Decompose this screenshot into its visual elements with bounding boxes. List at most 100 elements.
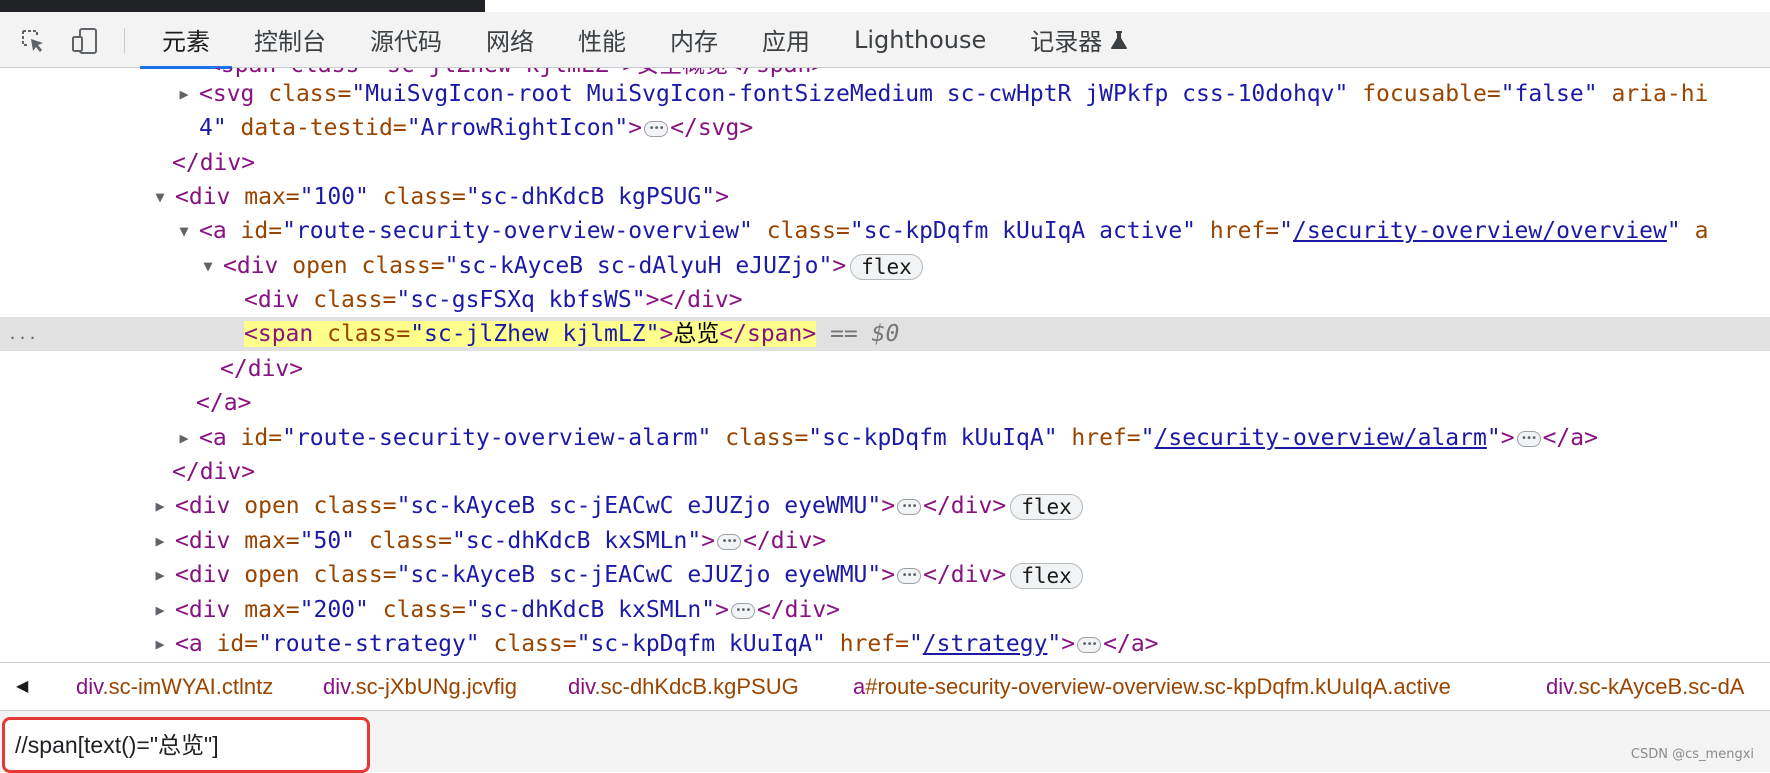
dom-node-a-overview[interactable]: ▼ <a id="route-security-overview-overvie… [0,214,1770,248]
dom-node-div-flex[interactable]: ▶ <div open class="sc-kAyceB sc-jEACwC e… [0,489,1770,523]
tab-application[interactable]: 应用 [740,12,832,67]
dom-node-div-flex[interactable]: ▶ <div open class="sc-kAyceB sc-jEACwC e… [0,558,1770,592]
attr-quote: " [1140,425,1155,451]
expand-arrow-icon[interactable]: ▶ [152,627,168,661]
flex-badge[interactable]: flex [1010,493,1083,520]
attr-name: a [1680,218,1709,244]
dom-node-svg[interactable]: ▶ <svg class="MuiSvgIcon-root MuiSvgIcon… [0,77,1770,111]
attr-quote: " [1279,218,1293,244]
attr-value: 4" [199,115,227,141]
attr-value: "route-strategy" [258,631,480,657]
breadcrumb-item[interactable]: div.sc-kAyceB.sc-dA [1546,674,1744,700]
collapsed-ellipsis-icon[interactable]: ••• [1077,636,1102,653]
bc-class: .sc-imWYAI.ctlntz [102,674,274,699]
attr-name: class= [368,184,466,210]
dom-node-div[interactable]: ▼ <div max="100" class="sc-dhKdcB kgPSUG… [0,180,1770,214]
tab-sources[interactable]: 源代码 [348,12,464,67]
panel-tabs: 元素 控制台 源代码 网络 性能 内存 应用 Lighthouse 记录器 [140,12,1150,69]
expand-arrow-icon[interactable]: ▶ [176,77,192,111]
tag-open: <div [175,562,245,588]
breadcrumb-item[interactable]: div.sc-imWYAI.ctlntz [76,674,273,700]
collapsed-ellipsis-icon[interactable]: ••• [717,533,742,550]
dom-node-div-max200[interactable]: ▶ <div max="200" class="sc-dhKdcB kxSMLn… [0,593,1770,627]
flex-badge[interactable]: flex [1010,562,1083,589]
more-options-icon[interactable]: ... [8,317,38,351]
collapse-arrow-icon[interactable]: ▼ [176,214,192,248]
tab-label: Lighthouse [854,25,987,54]
dom-node-div-max50[interactable]: ▶ <div max="50" class="sc-dhKdcB kxSMLn"… [0,524,1770,558]
inspect-element-icon[interactable] [18,26,48,56]
attr-name: open class= [244,562,397,588]
tab-recorder[interactable]: 记录器 [1008,12,1150,67]
attr-value: "sc-kAyceB sc-dAlyuH eJUZjo" [444,253,833,279]
breadcrumb-item[interactable]: div.sc-jXbUNg.jcvfig [323,674,517,700]
flask-icon [1110,30,1128,50]
dom-node-a-alarm[interactable]: ▶ <a id="route-security-overview-alarm" … [0,421,1770,455]
tab-label: 内存 [670,28,718,56]
collapse-arrow-icon[interactable]: ▼ [152,180,168,214]
collapsed-ellipsis-icon[interactable]: ••• [897,567,922,584]
tab-console[interactable]: 控制台 [232,12,348,67]
tab-lighthouse[interactable]: Lighthouse [832,12,1008,67]
tab-memory[interactable]: 内存 [648,12,740,67]
tag-open: <div [175,597,245,623]
collapsed-ellipsis-icon[interactable]: ••• [897,498,922,515]
breadcrumb-item[interactable]: a#route-security-overview-overview.sc-kp… [853,674,1451,700]
dom-tree: <span class="sc-jlZhew kjlmLZ">安全概览</spa… [0,68,1770,662]
expand-arrow-icon[interactable]: ▶ [176,421,192,455]
dom-node-close[interactable]: </div> [0,352,1770,386]
collapsed-ellipsis-icon[interactable]: ••• [644,120,669,137]
dom-node-div-open[interactable]: ▼ <div open class="sc-kAyceB sc-dAlyuH e… [0,249,1770,283]
tag-close: </svg> [670,115,754,141]
attr-name: max= [244,597,300,623]
tab-performance[interactable]: 性能 [556,12,648,67]
tab-label: 控制台 [254,28,326,56]
tag-open: <div [223,253,293,279]
dom-node-a-strategy[interactable]: ▶ <a id="route-strategy" class="sc-kpDqf… [0,627,1770,661]
dom-node-close[interactable]: </div> [0,455,1770,489]
selected-marker: == [816,321,872,347]
collapsed-ellipsis-icon[interactable]: ••• [730,602,755,619]
expand-arrow-icon[interactable]: ▶ [152,524,168,558]
tab-label: 元素 [162,28,210,56]
dom-node-span-selected[interactable]: ... <span class="sc-jlZhew kjlmLZ">总览</s… [0,317,1770,351]
attr-value: "sc-dhKdcB kxSMLn" [465,597,716,623]
bc-tag: div [568,674,595,699]
tag-bracket: > [659,321,674,347]
href-link[interactable]: /security-overview/alarm [1155,425,1487,451]
tag-close: </div> [743,528,827,554]
tag-close: </a> [1103,631,1159,657]
tag-close: </div> [172,150,256,176]
attr-value: "100" [299,184,369,210]
tag-close: </div> [923,493,1007,519]
dom-node-div-leaf[interactable]: <div class="sc-gsFSXq kbfsWS"></div> [0,283,1770,317]
flex-badge[interactable]: flex [850,253,923,280]
expand-arrow-icon[interactable]: ▶ [152,489,168,523]
attr-name: id= [216,631,259,657]
tag-open: <svg [199,81,269,107]
expand-arrow-icon[interactable]: ▶ [152,558,168,592]
href-link[interactable]: /strategy [923,631,1048,657]
expand-arrow-icon[interactable]: ▶ [152,593,168,627]
tab-label: 网络 [486,28,534,56]
collapse-arrow-icon[interactable]: ▼ [200,249,216,283]
tab-label: 性能 [578,28,626,56]
collapsed-ellipsis-icon[interactable]: ••• [1516,430,1541,447]
tag-bracket: > [1500,425,1515,451]
tab-network[interactable]: 网络 [464,12,556,67]
device-toolbar-icon[interactable] [70,26,100,56]
attr-name: id= [240,218,283,244]
bc-tag: div [76,674,103,699]
tag-bracket: > [715,184,729,210]
scroll-left-icon[interactable]: ◀ [16,676,28,696]
dom-node-close[interactable]: </div> [0,146,1770,180]
href-link[interactable]: /security-overview/overview [1293,218,1667,244]
dom-node-close[interactable]: </a> [0,386,1770,420]
bc-class: .sc-kAyceB.sc-dA [1572,674,1745,699]
xpath-search-input[interactable]: //span[text()="总览"] [2,717,370,773]
attr-name: max= [244,184,300,210]
tag-close: </a> [1542,425,1598,451]
dom-node-svg-cont[interactable]: 4" data-testid="ArrowRightIcon"> ••• </svg… [0,111,1770,145]
tab-elements[interactable]: 元素 [140,12,232,69]
breadcrumb-item[interactable]: div.sc-dhKdcB.kgPSUG [568,674,799,700]
